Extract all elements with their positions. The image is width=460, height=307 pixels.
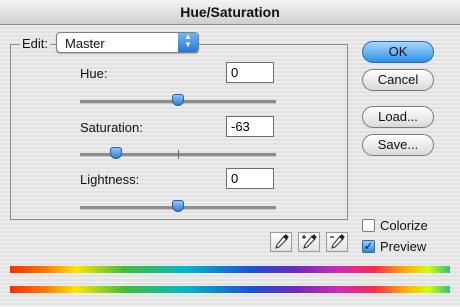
load-button[interactable]: Load... — [362, 106, 434, 128]
colorize-checkbox[interactable] — [362, 219, 375, 232]
output-color-bar — [10, 286, 450, 293]
eyedropper-plus-icon[interactable] — [298, 232, 320, 252]
lightness-slider-track[interactable] — [80, 200, 276, 212]
saturation-slider-track[interactable] — [80, 147, 276, 159]
ok-button[interactable]: OK — [362, 41, 434, 63]
lightness-label: Lightness: — [80, 172, 140, 187]
lightness-input[interactable] — [226, 168, 274, 189]
saturation-input[interactable] — [226, 116, 274, 137]
preview-checkbox[interactable]: ✓ — [362, 240, 375, 253]
window-title: Hue/Saturation — [0, 0, 460, 25]
hue-label: Hue: — [80, 66, 108, 81]
save-button[interactable]: Save... — [362, 134, 434, 156]
cancel-button[interactable]: Cancel — [362, 69, 434, 91]
colorize-label: Colorize — [380, 218, 428, 233]
edit-channel-value: Master — [65, 36, 105, 51]
saturation-label: Saturation: — [80, 120, 143, 135]
hue-slider-thumb[interactable] — [172, 94, 184, 106]
eyedropper-minus-icon[interactable] — [326, 232, 348, 252]
preview-label: Preview — [380, 239, 427, 254]
saturation-center-tick — [178, 150, 179, 159]
eyedropper-icon[interactable] — [270, 232, 292, 252]
edit-label: Edit: — [20, 36, 51, 51]
hue-saturation-dialog: Hue/Saturation Edit: Master ▲▼ Hue: Satu… — [0, 0, 460, 307]
edit-channel-popup[interactable]: Master ▲ ▼ — [56, 32, 199, 53]
input-color-bar — [10, 266, 450, 273]
lightness-slider-thumb[interactable] — [172, 200, 184, 212]
hue-input[interactable] — [226, 62, 274, 83]
up-down-arrows-icon: ▲ ▼ — [178, 33, 198, 52]
hue-slider-track[interactable] — [80, 94, 276, 106]
adjustment-group — [10, 44, 348, 220]
